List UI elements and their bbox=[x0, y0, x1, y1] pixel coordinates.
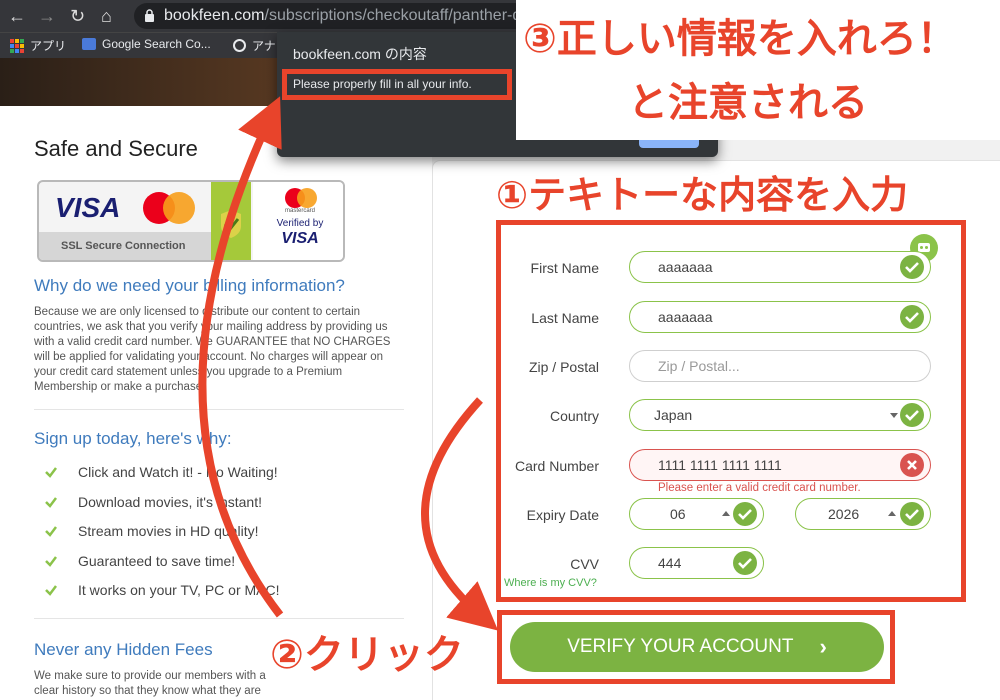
forward-icon[interactable]: → bbox=[38, 6, 56, 26]
fees-text: We make sure to provide our members with… bbox=[34, 670, 266, 697]
globe-icon bbox=[233, 39, 246, 52]
list-item: Guaranteed to save time! bbox=[44, 553, 235, 569]
lock-icon bbox=[145, 9, 154, 22]
visa-logo: VISA bbox=[55, 192, 121, 223]
annotation-note-1: ①テキトーな内容を入力 bbox=[496, 175, 909, 217]
url-text: bookfeen.com/subscriptions/checkoutaff/p… bbox=[164, 7, 540, 24]
page-title: Safe and Secure bbox=[34, 136, 198, 161]
benefit-text: It works on your TV, PC or MAC! bbox=[78, 582, 280, 598]
mastercard-logo-icon bbox=[143, 192, 195, 224]
bookmark-label: アプリ bbox=[30, 39, 67, 53]
benefit-text: Download movies, it's instant! bbox=[78, 494, 262, 510]
annotation-box-dialog bbox=[282, 69, 512, 100]
benefit-text: Click and Watch it! - No Waiting! bbox=[78, 464, 278, 480]
bookmark-other[interactable]: アナ bbox=[233, 37, 276, 54]
annotation-note-2: ②クリック bbox=[270, 633, 464, 677]
shield-icon bbox=[211, 182, 251, 260]
divider bbox=[34, 618, 404, 619]
why-heading: Why do we need your billing information? bbox=[34, 276, 345, 295]
annotation-note-3-line1: ③正しい情報を入れろ！ bbox=[523, 17, 957, 61]
list-item: Click and Watch it! - No Waiting! bbox=[44, 464, 278, 480]
back-icon[interactable]: ← bbox=[8, 6, 26, 26]
visa-small-logo: VISA bbox=[281, 230, 319, 247]
home-icon[interactable]: ⌂ bbox=[101, 6, 112, 26]
mastercard-small-icon bbox=[285, 188, 317, 208]
annotation-note-3-line2: と注意される bbox=[628, 81, 868, 125]
annotation-box-form bbox=[496, 220, 966, 602]
bookmark-apps[interactable]: アプリ bbox=[10, 37, 66, 54]
ssl-label: SSL Secure Connection bbox=[39, 232, 211, 260]
divider bbox=[34, 409, 404, 410]
fees-heading: Never any Hidden Fees bbox=[34, 640, 213, 659]
info-column: Safe and Secure VISA SSL Secure Connecti… bbox=[0, 106, 432, 700]
benefit-text: Stream movies in HD quality! bbox=[78, 523, 259, 539]
list-item: Download movies, it's instant! bbox=[44, 494, 262, 510]
list-item: Stream movies in HD quality! bbox=[44, 523, 259, 539]
bookmark-google-search[interactable]: Google Search Co... bbox=[82, 37, 211, 51]
check-icon bbox=[45, 497, 57, 508]
check-icon bbox=[45, 556, 57, 567]
dialog-title: bookfeen.com の内容 bbox=[293, 46, 427, 62]
mastercard-label: mastercard bbox=[284, 208, 315, 214]
verified-by-label: Verified by bbox=[276, 218, 324, 229]
verified-by-visa: mastercard Verified by VISA bbox=[253, 182, 343, 260]
signup-heading: Sign up today, here's why: bbox=[34, 429, 232, 448]
security-badge: VISA SSL Secure Connection mastercard Ve… bbox=[37, 180, 345, 262]
bookmark-label: Google Search Co... bbox=[102, 37, 211, 51]
list-item: It works on your TV, PC or MAC! bbox=[44, 582, 280, 598]
check-icon bbox=[45, 526, 57, 537]
why-text: Because we are only licensed to distribu… bbox=[34, 306, 391, 393]
apps-grid-icon bbox=[10, 38, 24, 53]
bookmark-label: アナ bbox=[252, 39, 276, 53]
annotation-box-button bbox=[497, 610, 895, 684]
bookmark-favicon-icon bbox=[82, 38, 96, 50]
check-icon bbox=[45, 585, 57, 596]
reload-icon[interactable]: ↻ bbox=[70, 6, 85, 26]
check-icon bbox=[45, 467, 57, 478]
benefit-text: Guaranteed to save time! bbox=[78, 553, 236, 569]
